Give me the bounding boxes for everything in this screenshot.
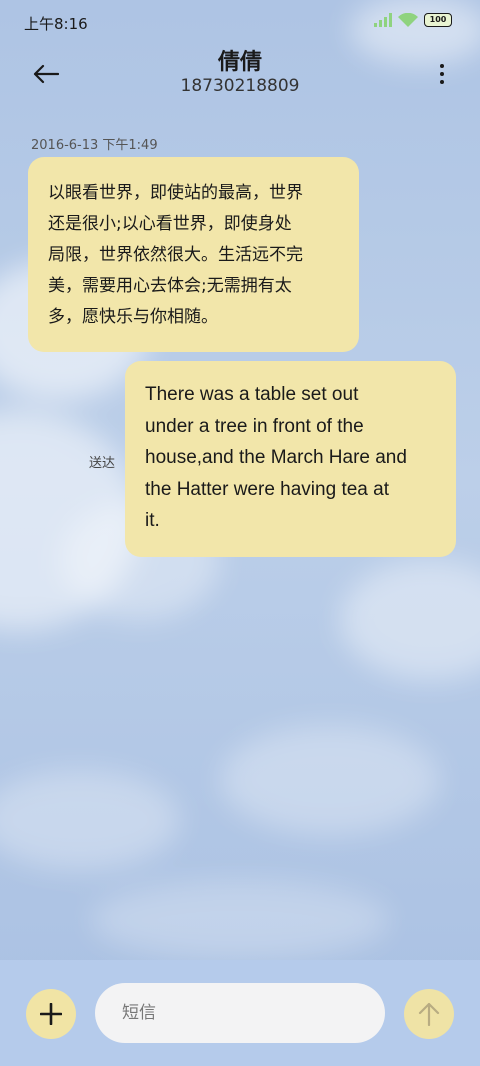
plus-icon [40,1003,62,1025]
battery-icon: 100 [424,13,452,27]
delivery-status: 送达 [89,456,116,471]
send-arrow-up-icon [418,1002,440,1026]
incoming-message-bubble[interactable]: 以眼看世界，即使站的最高，世界 还是很小;以心看世界，即使身处 局限，世界依然很… [28,157,359,352]
wifi-icon [398,13,418,27]
message-input[interactable] [95,983,385,1043]
status-icons: 100 [374,13,452,27]
message-timestamp: 2016-6-13 下午1:49 [31,138,158,153]
composer-bar [0,960,480,1066]
conversation-header: 倩倩 18730218809 [0,44,480,104]
signal-icon [374,13,392,27]
status-bar: 上午8:16 100 [0,0,480,44]
contact-number: 18730218809 [180,76,300,96]
more-options-button[interactable] [432,56,452,92]
more-vertical-icon [440,64,444,68]
send-button[interactable] [404,989,454,1039]
status-time: 上午8:16 [24,15,88,33]
outgoing-message-bubble[interactable]: There was a table set out under a tree i… [125,361,456,557]
add-attachment-button[interactable] [26,989,76,1039]
contact-name: 倩倩 [217,50,262,75]
